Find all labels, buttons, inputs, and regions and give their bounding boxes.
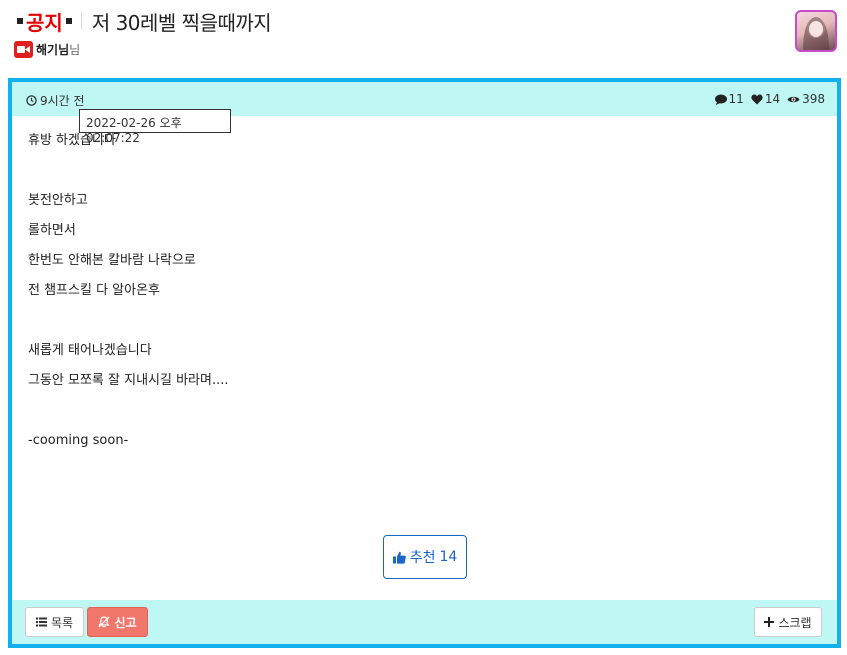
content-line [28,396,818,426]
content-line [28,306,818,336]
plus-icon [764,617,775,627]
scrap-button[interactable]: 스크랩 [754,607,822,637]
list-button[interactable]: 목록 [25,607,84,637]
comment-count: 11 [714,92,744,106]
title-row: 공지 저 30레벨 찍을때까지 [14,7,272,36]
author-suffix: 님 [69,42,81,57]
content-line: 새롭게 태어나겠습니다 [28,343,152,358]
scrap-label: 스크랩 [778,615,812,630]
view-count: 398 [787,92,825,106]
square-bullet-icon [65,18,72,24]
list-label: 목록 [50,615,74,630]
content-line: 봇전안하고 [28,193,88,208]
content-line: 전 챔프스킬 다 알아온후 [28,283,160,298]
recommend-label: 추천 [409,550,436,566]
heart-icon [751,94,763,104]
video-camera-icon [14,40,33,58]
comment-count-value: 11 [728,92,744,106]
divider [80,12,82,30]
post-frame: 9시간 전 11 14 398 2022-02-26 오후 02:07:22 휴… [8,78,841,648]
clock-icon [26,95,37,106]
recommend-button[interactable]: 추천 14 [383,535,467,579]
recommend-count: 14 [439,549,458,565]
post-header: 공지 저 30레벨 찍을때까지 해기님 님 [14,6,837,66]
time-ago: 9시간 전 [40,94,85,108]
view-count-value: 398 [802,92,825,106]
bell-slash-icon [98,616,111,628]
report-label: 신고 [114,615,137,630]
list-icon [35,617,47,627]
report-button[interactable]: 신고 [87,607,148,637]
footer-bar: 목록 신고 스크랩 [12,600,837,644]
notice-label: 공지 [26,10,63,35]
author-row[interactable]: 해기님 님 [14,40,80,58]
content-line [28,156,818,186]
post-content: 휴방 하겠습니다 봇전안하고 롤하면서 한번도 안해본 칼바람 나락으로 전 챔… [28,126,818,456]
content-line: 그동안 모쪼록 잘 지내시길 바라며.... [28,373,229,388]
datetime-tooltip: 2022-02-26 오후 02:07:22 [79,109,231,145]
post-time: 9시간 전 [26,92,85,109]
eye-icon [787,96,800,102]
content-line: 롤하면서 [28,223,76,238]
like-count: 14 [751,92,780,106]
content-line: -cooming soon- [28,433,129,448]
avatar[interactable] [795,10,837,52]
notice-tag: 공지 [14,7,75,36]
comment-icon [714,94,727,105]
post-title: 저 30레벨 찍을때까지 [91,10,272,35]
like-count-value: 14 [764,92,781,106]
content-line: 한번도 안해본 칼바람 나락으로 [28,253,196,268]
author-name[interactable]: 해기님 [36,41,69,58]
square-bullet-icon [17,18,23,24]
post-stats: 11 14 398 [711,92,825,106]
thumbs-up-icon [392,551,406,564]
